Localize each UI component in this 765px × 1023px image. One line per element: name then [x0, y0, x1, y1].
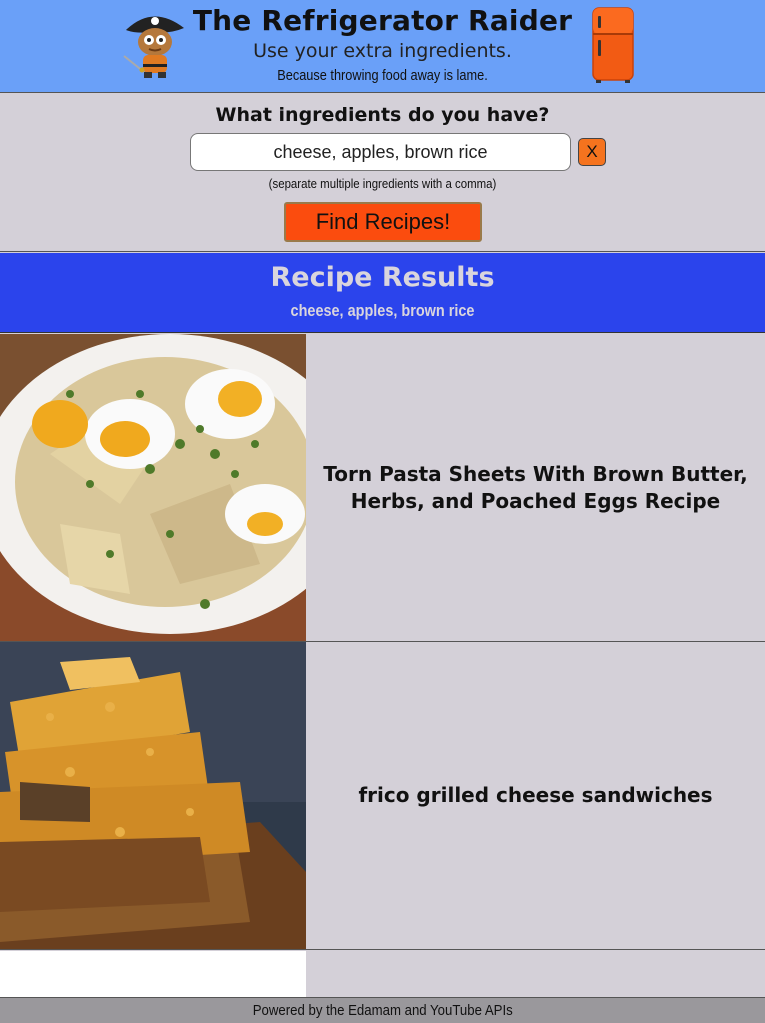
find-recipes-button[interactable]: Find Recipes!	[284, 202, 482, 242]
clear-button[interactable]: X	[578, 138, 606, 166]
refrigerator-icon	[592, 7, 634, 83]
pasta-eggs-photo	[0, 334, 306, 641]
recipe-card[interactable]: Torn Pasta Sheets With Brown Butter, Her…	[0, 334, 765, 642]
recipe-image[interactable]	[0, 642, 306, 949]
results-query: cheese, apples, brown rice	[290, 301, 475, 320]
recipe-image-placeholder	[0, 951, 306, 997]
ingredients-input[interactable]	[190, 133, 571, 171]
search-question: What ingredients do you have?	[215, 104, 550, 126]
recipe-card[interactable]: frico grilled cheese sandwiches	[0, 642, 765, 950]
site-title: The Refrigerator Raider	[192, 4, 573, 37]
results-title: Recipe Results	[270, 262, 495, 293]
grilled-cheese-photo	[0, 642, 306, 949]
ingredient-search-panel: What ingredients do you have? X (separat…	[0, 94, 765, 252]
results-header: Recipe Results cheese, apples, brown ric…	[0, 253, 765, 333]
site-footer: Powered by the Edamam and YouTube APIs	[0, 997, 765, 1023]
recipe-title[interactable]: frico grilled cheese sandwiches	[306, 642, 765, 949]
site-header: The Refrigerator Raider Use your extra i…	[0, 0, 765, 93]
footer-text: Powered by the Edamam and YouTube APIs	[252, 1002, 513, 1019]
recipe-title[interactable]: Torn Pasta Sheets With Brown Butter, Her…	[306, 334, 765, 641]
search-hint: (separate multiple ingredients with a co…	[268, 176, 497, 191]
recipe-image[interactable]	[0, 334, 306, 641]
recipe-card-partial	[0, 951, 765, 997]
site-subtitle: Use your extra ingredients.	[253, 40, 512, 62]
